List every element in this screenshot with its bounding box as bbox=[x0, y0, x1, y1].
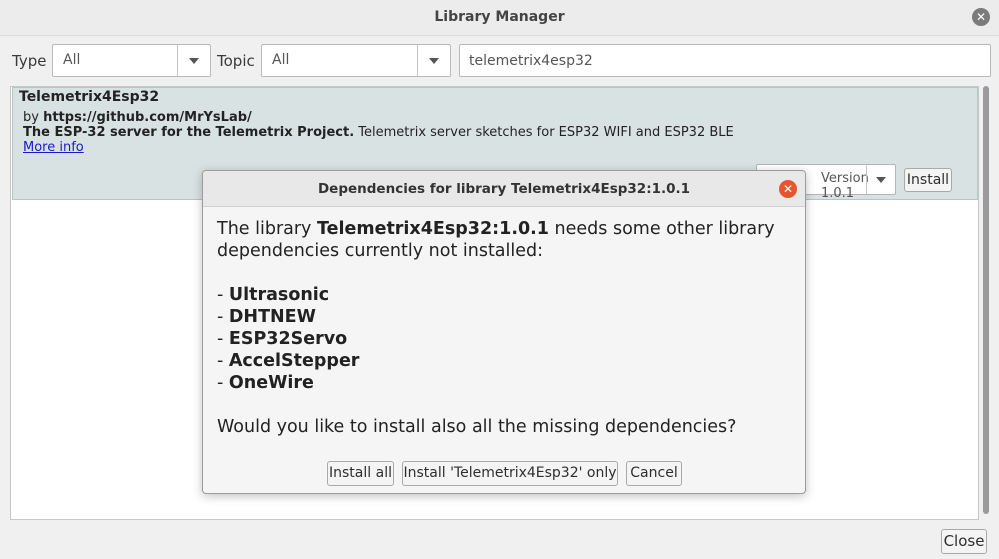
install-only-button[interactable]: Install 'Telemetrix4Esp32' only bbox=[402, 461, 618, 486]
dependency-dash: - bbox=[217, 351, 229, 371]
window-titlebar: Library Manager ✕ bbox=[0, 0, 999, 36]
dependency-item: - OneWire bbox=[217, 372, 799, 394]
dependency-dash: - bbox=[217, 285, 229, 305]
window-title: Library Manager bbox=[434, 9, 565, 25]
library-author: by https://github.com/MrYsLab/ bbox=[23, 110, 252, 125]
dependency-item: - Ultrasonic bbox=[217, 284, 799, 306]
dialog-intro: The library Telemetrix4Esp32:1.0.1 needs… bbox=[217, 218, 799, 262]
topic-select[interactable]: All bbox=[261, 44, 451, 77]
dependency-item: - AccelStepper bbox=[217, 350, 799, 372]
library-by-prefix: by bbox=[23, 110, 44, 125]
type-select-value: All bbox=[63, 52, 81, 68]
dependency-dash: - bbox=[217, 373, 229, 393]
library-description-rest: Telemetrix server sketches for ESP32 WIF… bbox=[354, 125, 734, 140]
dependency-item: - DHTNEW bbox=[217, 306, 799, 328]
dependency-dash: - bbox=[217, 329, 229, 349]
dependency-name: ESP32Servo bbox=[228, 329, 348, 349]
library-description: The ESP-32 server for the Telemetrix Pro… bbox=[23, 125, 734, 140]
dependency-name: AccelStepper bbox=[228, 351, 360, 371]
topic-label: Topic bbox=[217, 52, 255, 70]
dependency-name: Ultrasonic bbox=[228, 285, 330, 305]
dialog-titlebar: Dependencies for library Telemetrix4Esp3… bbox=[203, 171, 805, 207]
dependency-name: OneWire bbox=[228, 373, 314, 393]
dependency-item: - ESP32Servo bbox=[217, 328, 799, 350]
intro-library-name: Telemetrix4Esp32:1.0.1 bbox=[316, 219, 549, 239]
dependency-name: DHTNEW bbox=[228, 307, 316, 327]
cancel-button[interactable]: Cancel bbox=[626, 461, 682, 486]
install-all-button[interactable]: Install all bbox=[327, 461, 394, 486]
dependencies-dialog: Dependencies for library Telemetrix4Esp3… bbox=[202, 170, 806, 494]
chevron-down-icon bbox=[189, 58, 199, 64]
topic-dropdown-button[interactable] bbox=[417, 45, 450, 76]
intro-prefix: The library bbox=[217, 219, 317, 239]
install-button[interactable]: Install bbox=[904, 168, 952, 192]
library-name: Telemetrix4Esp32 bbox=[19, 89, 160, 105]
search-input[interactable] bbox=[459, 44, 991, 77]
chevron-down-icon bbox=[876, 177, 886, 183]
type-label: Type bbox=[12, 52, 47, 70]
type-dropdown-button[interactable] bbox=[177, 45, 210, 76]
dependency-dash: - bbox=[217, 307, 229, 327]
close-button[interactable]: Close bbox=[941, 529, 987, 554]
window-close-icon[interactable]: ✕ bbox=[972, 8, 990, 26]
scrollbar-thumb[interactable] bbox=[983, 86, 989, 514]
chevron-down-icon bbox=[429, 58, 439, 64]
list-scrollbar[interactable] bbox=[983, 86, 989, 520]
dialog-title: Dependencies for library Telemetrix4Esp3… bbox=[317, 181, 691, 197]
type-select[interactable]: All bbox=[52, 44, 211, 77]
library-author-url: https://github.com/MrYsLab/ bbox=[43, 110, 252, 125]
library-description-bold: The ESP-32 server for the Telemetrix Pro… bbox=[23, 125, 355, 140]
more-info-link[interactable]: More info bbox=[23, 140, 84, 155]
dialog-question: Would you like to install also all the m… bbox=[217, 417, 737, 437]
dialog-message: The library Telemetrix4Esp32:1.0.1 needs… bbox=[217, 218, 799, 438]
dialog-close-icon[interactable]: ✕ bbox=[779, 180, 797, 198]
topic-select-value: All bbox=[272, 52, 290, 68]
version-dropdown-button[interactable] bbox=[866, 165, 895, 194]
